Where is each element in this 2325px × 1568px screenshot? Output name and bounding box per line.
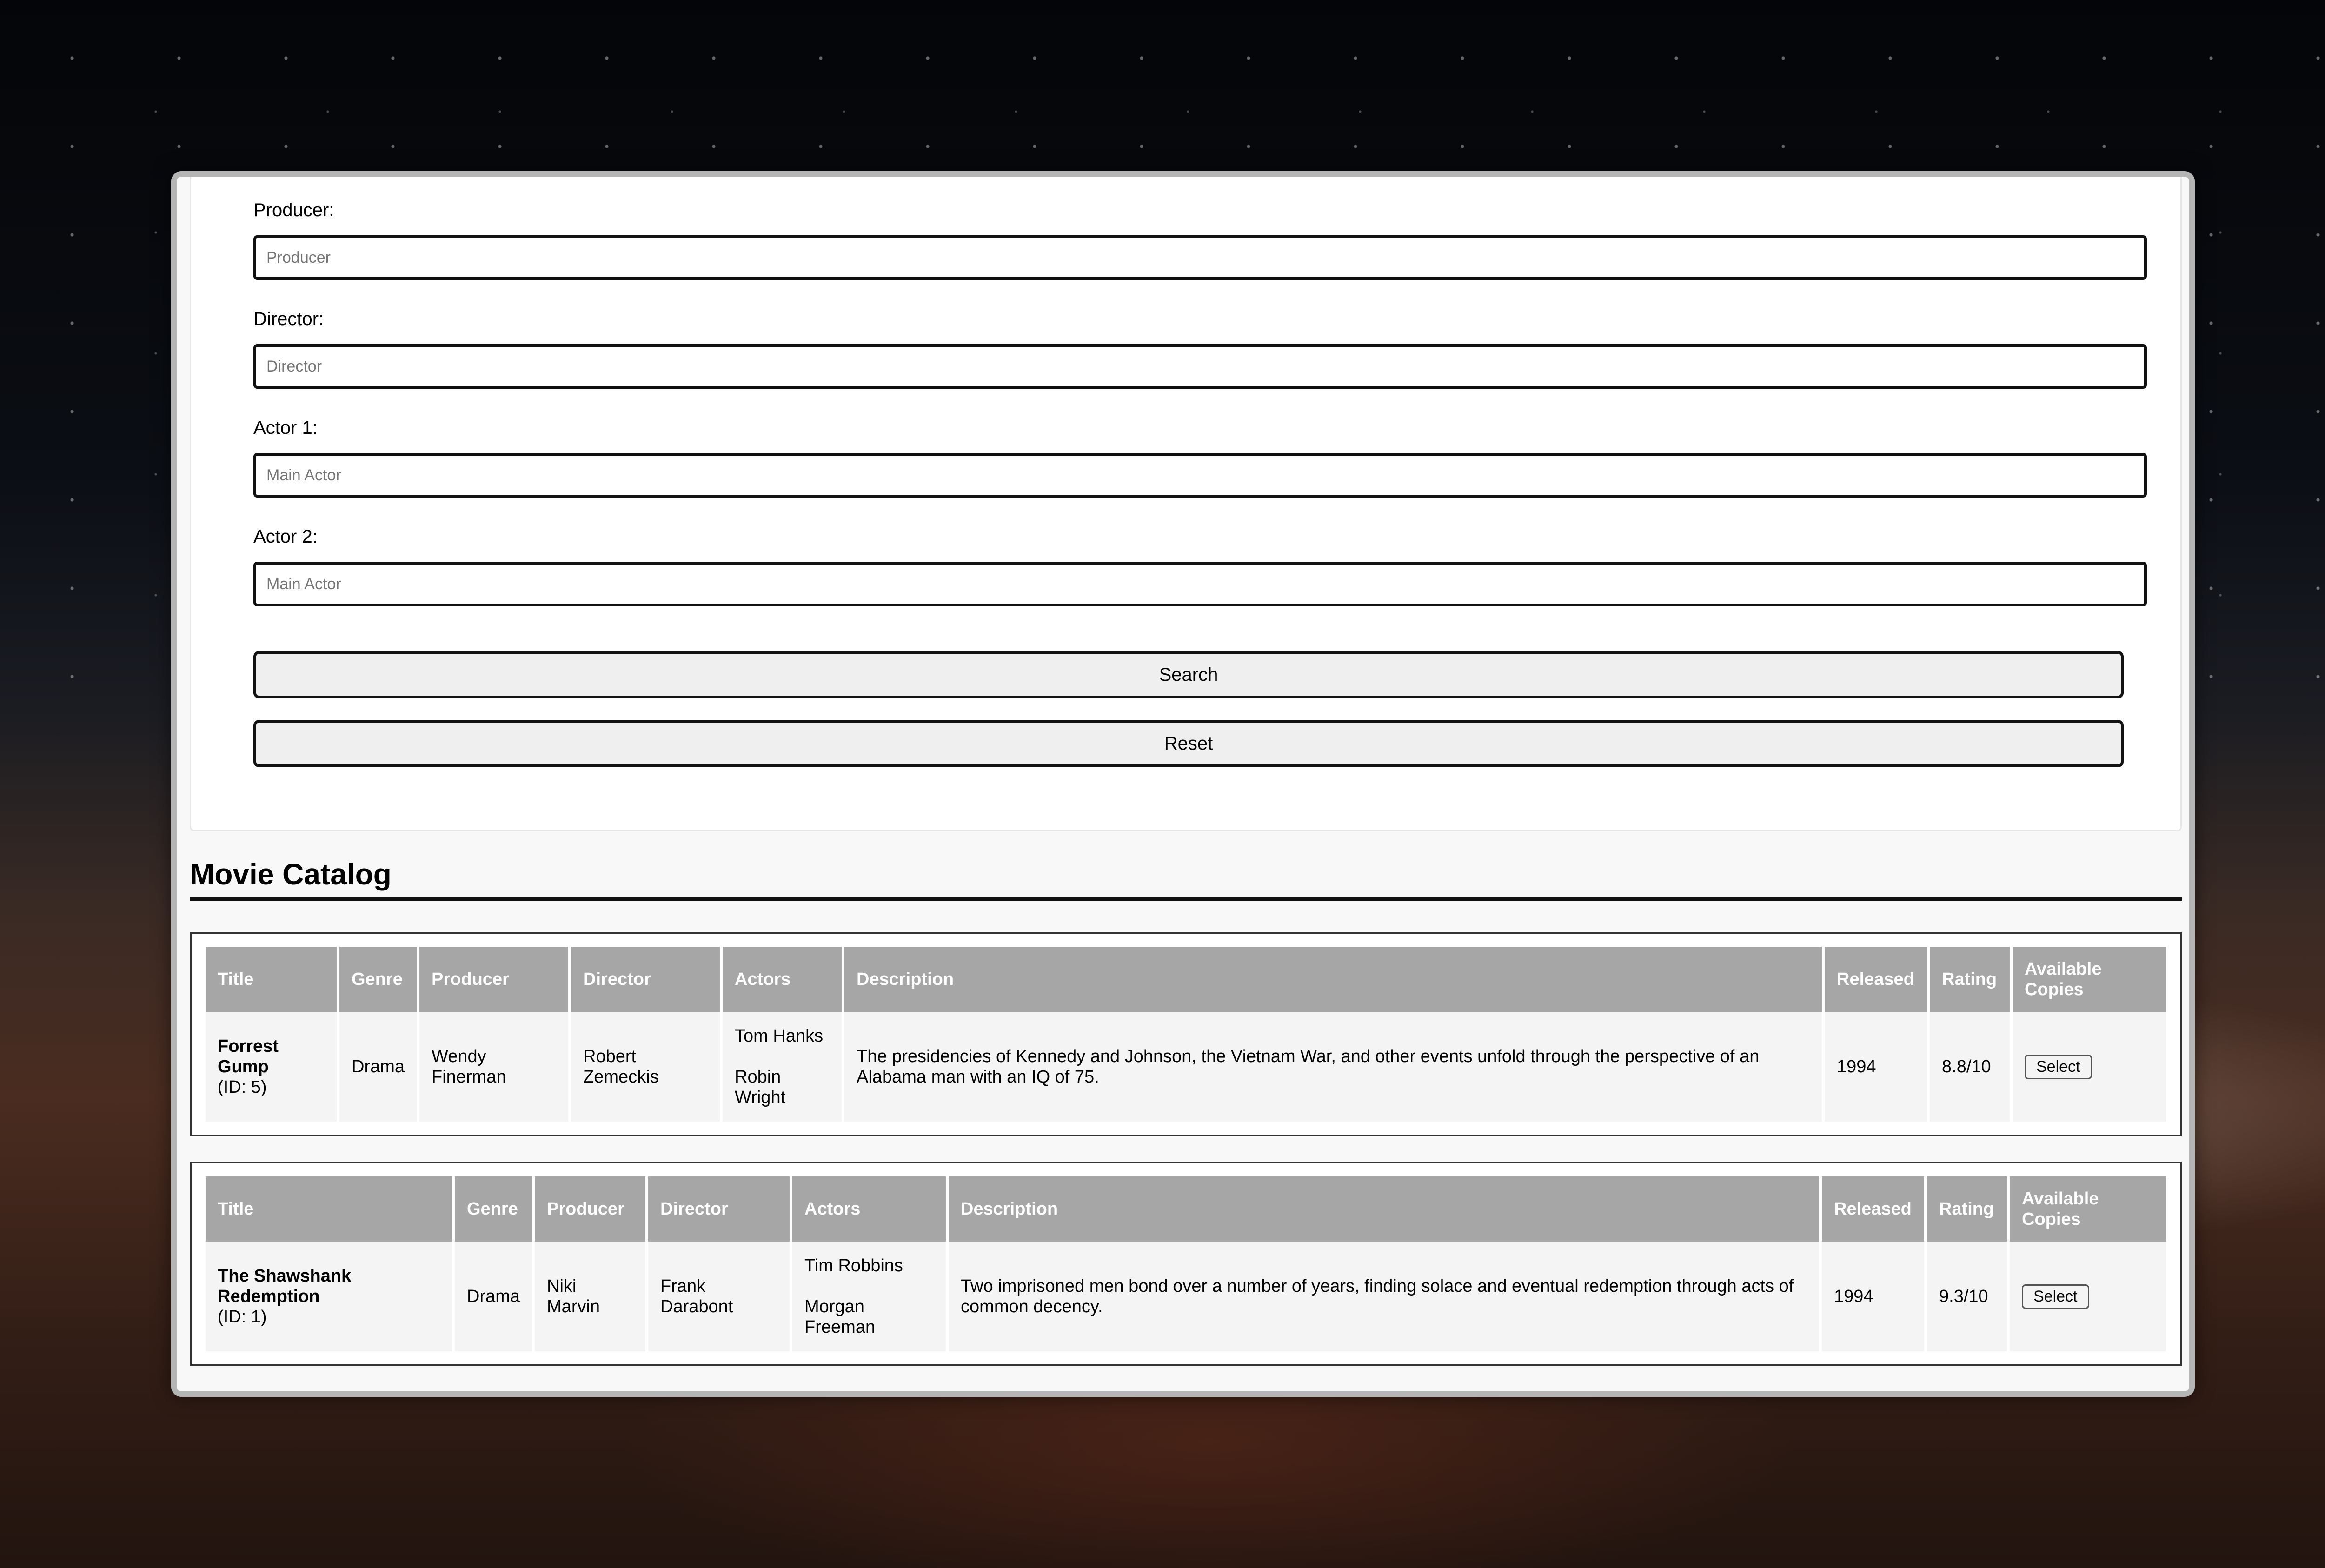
actor1-input[interactable] xyxy=(253,453,2147,498)
column-header-title: Title xyxy=(206,947,337,1012)
movie-actors: Tim Robbins Morgan Freeman xyxy=(792,1242,946,1351)
movie-id: (ID: 5) xyxy=(218,1077,267,1097)
actor-name: Robin Wright xyxy=(735,1067,786,1107)
movie-released: 1994 xyxy=(1822,1242,1924,1351)
column-header-producer: Producer xyxy=(419,947,569,1012)
column-header-rating: Rating xyxy=(1927,1176,2007,1242)
column-header-available-copies: Available Copies xyxy=(2013,947,2166,1012)
column-header-description: Description xyxy=(949,1176,1819,1242)
actor-name: Morgan Freeman xyxy=(804,1297,876,1337)
actor-name: Tom Hanks xyxy=(735,1026,824,1046)
reset-button[interactable]: Reset xyxy=(253,720,2124,767)
movie-director: Frank Darabont xyxy=(648,1242,790,1351)
browser-window: Producer: Director: Actor 1: Actor 2: Se… xyxy=(171,171,2195,1397)
column-header-producer: Producer xyxy=(535,1176,646,1242)
movie-table: Title Genre Producer Director Actors Des… xyxy=(203,947,2169,1122)
column-header-description: Description xyxy=(844,947,1822,1012)
movie-genre: Drama xyxy=(455,1242,532,1351)
movie-card: Title Genre Producer Director Actors Des… xyxy=(190,932,2182,1136)
table-header-row: Title Genre Producer Director Actors Des… xyxy=(206,947,2166,1012)
director-label: Director: xyxy=(253,309,324,329)
actor-spacer xyxy=(735,1046,830,1067)
column-header-released: Released xyxy=(1822,1176,1924,1242)
actor-name: Tim Robbins xyxy=(804,1256,903,1276)
available-copies-cell: Select xyxy=(2013,1012,2166,1122)
table-row: Forrest Gump (ID: 5) Drama Wendy Finerma… xyxy=(206,1012,2166,1122)
movie-title-cell: The Shawshank Redemption (ID: 1) xyxy=(206,1242,452,1351)
movie-description: Two imprisoned men bond over a number of… xyxy=(949,1242,1819,1351)
actor2-input[interactable] xyxy=(253,562,2147,606)
column-header-available-copies: Available Copies xyxy=(2010,1176,2166,1242)
movie-released: 1994 xyxy=(1825,1012,1927,1122)
column-header-released: Released xyxy=(1825,947,1927,1012)
actor1-label: Actor 1: xyxy=(253,418,318,438)
movie-producer: Niki Marvin xyxy=(535,1242,646,1351)
movie-title: Forrest Gump xyxy=(218,1036,279,1076)
movie-rating: 8.8/10 xyxy=(1930,1012,2010,1122)
column-header-rating: Rating xyxy=(1930,947,2010,1012)
column-header-director: Director xyxy=(571,947,720,1012)
column-header-title: Title xyxy=(206,1176,452,1242)
movie-card: Title Genre Producer Director Actors Des… xyxy=(190,1162,2182,1366)
select-button[interactable]: Select xyxy=(2025,1054,2092,1079)
director-input[interactable] xyxy=(253,344,2147,389)
movie-table: Title Genre Producer Director Actors Des… xyxy=(203,1176,2169,1351)
column-header-actors: Actors xyxy=(792,1176,946,1242)
select-button[interactable]: Select xyxy=(2022,1284,2089,1309)
producer-input[interactable] xyxy=(253,235,2147,280)
movie-description: The presidencies of Kennedy and Johnson,… xyxy=(844,1012,1822,1122)
table-header-row: Title Genre Producer Director Actors Des… xyxy=(206,1176,2166,1242)
column-header-genre: Genre xyxy=(339,947,417,1012)
actor-spacer xyxy=(804,1276,934,1296)
movie-actors: Tom Hanks Robin Wright xyxy=(723,1012,842,1122)
movie-producer: Wendy Finerman xyxy=(419,1012,569,1122)
table-row: The Shawshank Redemption (ID: 1) Drama N… xyxy=(206,1242,2166,1351)
movie-rating: 9.3/10 xyxy=(1927,1242,2007,1351)
search-form: Producer: Director: Actor 1: Actor 2: Se… xyxy=(190,177,2182,831)
actor2-label: Actor 2: xyxy=(253,526,318,547)
producer-label: Producer: xyxy=(253,200,334,220)
movie-genre: Drama xyxy=(339,1012,417,1122)
column-header-director: Director xyxy=(648,1176,790,1242)
search-button[interactable]: Search xyxy=(253,651,2124,698)
movie-director: Robert Zemeckis xyxy=(571,1012,720,1122)
movie-id: (ID: 1) xyxy=(218,1307,267,1327)
column-header-actors: Actors xyxy=(723,947,842,1012)
catalog-heading: Movie Catalog xyxy=(190,856,2182,901)
available-copies-cell: Select xyxy=(2010,1242,2166,1351)
movie-title: The Shawshank Redemption xyxy=(218,1266,352,1306)
movie-title-cell: Forrest Gump (ID: 5) xyxy=(206,1012,337,1122)
column-header-genre: Genre xyxy=(455,1176,532,1242)
